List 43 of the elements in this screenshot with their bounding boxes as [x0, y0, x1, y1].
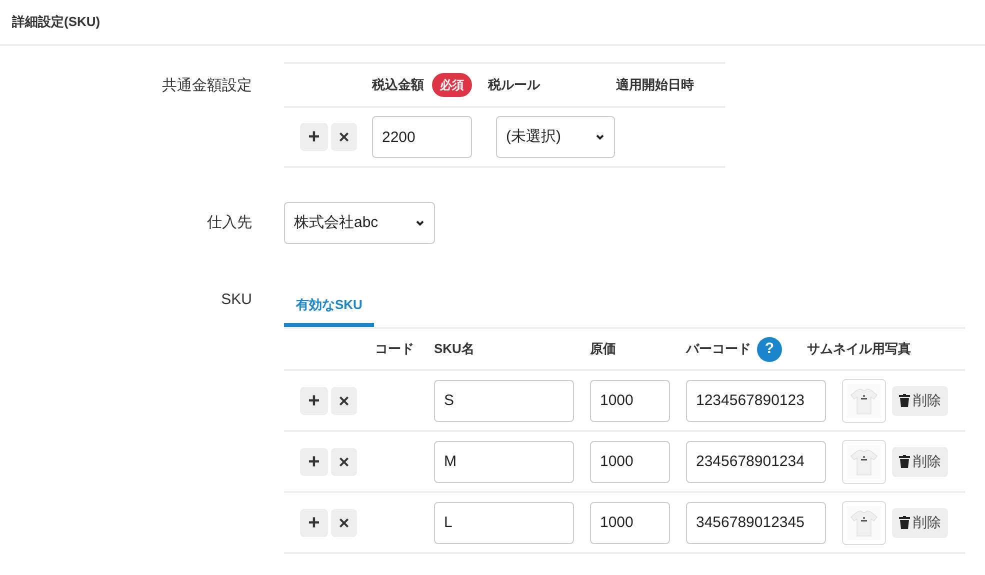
column-header: コード — [375, 340, 415, 358]
cost-field[interactable]: 1000 — [590, 380, 670, 422]
section-title: 詳細設定(SKU) — [12, 13, 100, 32]
field-label: 仕入先 — [207, 214, 252, 231]
field-label: SKU — [221, 291, 252, 308]
help-icon[interactable]: ? — [757, 336, 782, 362]
remove-button[interactable]: × — [331, 123, 357, 151]
chevron-down-icon — [415, 218, 425, 228]
column-header: 税ルール — [488, 76, 540, 94]
sku-name-field[interactable]: L — [434, 502, 574, 544]
column-header: 税込金額 — [372, 76, 424, 94]
barcode-field[interactable]: 3456789012345 — [686, 502, 826, 544]
barcode-field[interactable]: 2345678901234 — [686, 440, 826, 482]
remove-button[interactable]: × — [331, 448, 357, 476]
tab[interactable]: 有効なSKU — [284, 286, 374, 327]
field-label: 共通金額設定 — [162, 77, 252, 94]
barcode-field[interactable]: 1234567890123 — [686, 380, 826, 422]
column-header: 原価 — [590, 340, 617, 358]
column-header: SKU名 — [434, 340, 476, 358]
trash-icon — [899, 516, 910, 529]
supplier-select[interactable]: 株式会社abc — [284, 202, 435, 244]
chevron-down-icon — [595, 132, 605, 142]
sku-name-field[interactable]: S — [434, 380, 574, 422]
tax-rule-select[interactable]: (未選択) — [496, 116, 615, 158]
trash-icon — [899, 455, 910, 468]
add-button[interactable]: + — [300, 448, 328, 476]
trash-icon — [899, 394, 910, 407]
cost-field[interactable]: 1000 — [590, 502, 670, 544]
remove-button[interactable]: × — [331, 386, 357, 414]
remove-button[interactable]: × — [331, 508, 357, 536]
amount-field[interactable]: 2200 — [372, 116, 472, 158]
required-badge: 必須 — [432, 73, 472, 97]
column-header: サムネイル用写真 — [807, 340, 911, 358]
cost-field[interactable]: 1000 — [590, 440, 670, 482]
add-button[interactable]: + — [300, 386, 328, 414]
delete-button[interactable]: 削除 — [892, 446, 948, 476]
add-button[interactable]: + — [300, 123, 328, 151]
delete-button[interactable]: 削除 — [892, 508, 948, 538]
add-button[interactable]: + — [300, 508, 328, 536]
sku-name-field[interactable]: M — [434, 440, 574, 482]
column-header: 適用開始日時 — [616, 76, 694, 94]
delete-button[interactable]: 削除 — [892, 386, 948, 416]
column-header: バーコード — [686, 340, 751, 358]
